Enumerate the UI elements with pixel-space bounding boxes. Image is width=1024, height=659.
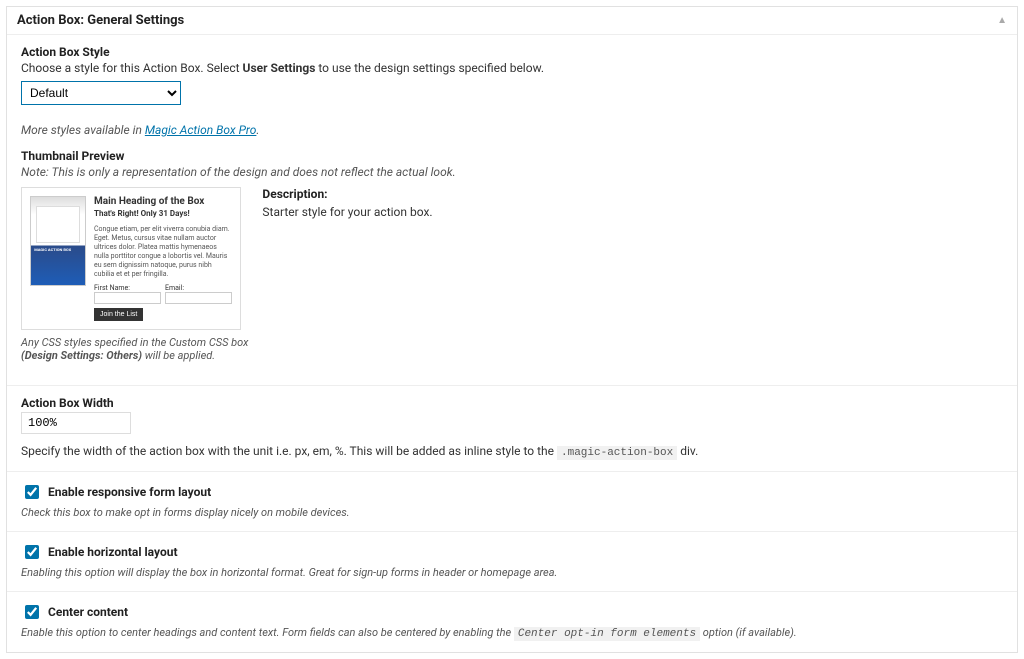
style-heading: Action Box Style xyxy=(21,45,1003,59)
collapse-toggle-icon[interactable]: ▲ xyxy=(997,15,1007,26)
description-heading: Description: xyxy=(262,187,432,201)
sample-subheading: That's Right! Only 31 Days! xyxy=(94,209,232,218)
thumbnail-body: Main Heading of the Box That's Right! On… xyxy=(30,196,232,321)
boxshot-icon xyxy=(30,196,86,286)
email-input xyxy=(165,292,232,304)
sample-lorem: Congue etiam, per elit viverra conubia d… xyxy=(94,225,232,280)
horizontal-check-row[interactable]: Enable horizontal layout xyxy=(21,542,1003,562)
thumbnail-heading: Thumbnail Preview xyxy=(21,149,1003,163)
responsive-desc: Check this box to make opt in forms disp… xyxy=(21,506,1003,519)
sample-form-row: First Name: Email: xyxy=(94,284,232,304)
horizontal-section: Enable horizontal layout Enabling this o… xyxy=(7,532,1017,592)
center-desc-pre: Enable this option to center headings an… xyxy=(21,626,514,639)
css-note-l2-bold: (Design Settings: Others) xyxy=(21,349,142,362)
style-instr-pre: Choose a style for this Action Box. Sele… xyxy=(21,61,243,75)
responsive-section: Enable responsive form layout Check this… xyxy=(7,472,1017,532)
horizontal-label: Enable horizontal layout xyxy=(48,545,178,559)
first-name-field-wrap: First Name: xyxy=(94,284,161,304)
thumbnail-column: Main Heading of the Box That's Right! On… xyxy=(21,187,248,373)
horizontal-desc: Enabling this option will display the bo… xyxy=(21,566,1003,579)
sample-heading: Main Heading of the Box xyxy=(94,196,232,207)
center-desc: Enable this option to center headings an… xyxy=(21,626,1003,640)
center-desc-code: Center opt-in form elements xyxy=(514,627,700,641)
width-desc-pre: Specify the width of the action box with… xyxy=(21,444,557,458)
width-input[interactable] xyxy=(21,412,131,434)
more-post: . xyxy=(256,123,259,137)
css-note-l2-rest: will be applied. xyxy=(142,349,215,362)
panel-header: Action Box: General Settings ▲ xyxy=(7,7,1017,35)
style-instr-bold: User Settings xyxy=(243,61,316,75)
center-check-row[interactable]: Center content xyxy=(21,602,1003,622)
thumbnail-text: Main Heading of the Box That's Right! On… xyxy=(94,196,232,321)
settings-panel: Action Box: General Settings ▲ Action Bo… xyxy=(6,6,1018,653)
width-heading: Action Box Width xyxy=(21,396,1003,410)
style-instr-post: to use the design settings specified bel… xyxy=(315,61,544,75)
first-name-input xyxy=(94,292,161,304)
thumbnail-preview-box: Main Heading of the Box That's Right! On… xyxy=(21,187,241,330)
description-block: Description: Starter style for your acti… xyxy=(262,187,432,219)
css-note-l1: Any CSS styles specified in the Custom C… xyxy=(21,336,248,349)
more-pre: More styles available in xyxy=(21,123,145,137)
thumbnail-row: Main Heading of the Box That's Right! On… xyxy=(21,187,1003,373)
description-text: Starter style for your action box. xyxy=(262,205,432,219)
width-desc: Specify the width of the action box with… xyxy=(21,444,1003,459)
email-label: Email: xyxy=(165,284,232,292)
width-section: Action Box Width Specify the width of th… xyxy=(7,386,1017,472)
style-instruction: Choose a style for this Action Box. Sele… xyxy=(21,61,1003,75)
horizontal-checkbox[interactable] xyxy=(25,545,39,559)
join-button: Join the List xyxy=(94,308,143,321)
thumbnail-note: Note: This is only a representation of t… xyxy=(21,165,1003,179)
style-section: Action Box Style Choose a style for this… xyxy=(7,35,1017,386)
css-note: Any CSS styles specified in the Custom C… xyxy=(21,336,248,362)
center-desc-post: option (if available). xyxy=(700,626,797,639)
style-select[interactable]: Default xyxy=(21,81,181,105)
responsive-label: Enable responsive form layout xyxy=(48,485,211,499)
width-desc-post: div. xyxy=(677,444,698,458)
responsive-checkbox[interactable] xyxy=(25,485,39,499)
center-section: Center content Enable this option to cen… xyxy=(7,592,1017,652)
center-label: Center content xyxy=(48,605,128,619)
width-desc-code: .magic-action-box xyxy=(557,446,677,460)
responsive-check-row[interactable]: Enable responsive form layout xyxy=(21,482,1003,502)
first-name-label: First Name: xyxy=(94,284,161,292)
center-checkbox[interactable] xyxy=(25,605,39,619)
panel-title: Action Box: General Settings xyxy=(17,13,184,28)
pro-link[interactable]: Magic Action Box Pro xyxy=(145,123,257,137)
more-styles-note: More styles available in Magic Action Bo… xyxy=(21,123,1003,137)
email-field-wrap: Email: xyxy=(165,284,232,304)
